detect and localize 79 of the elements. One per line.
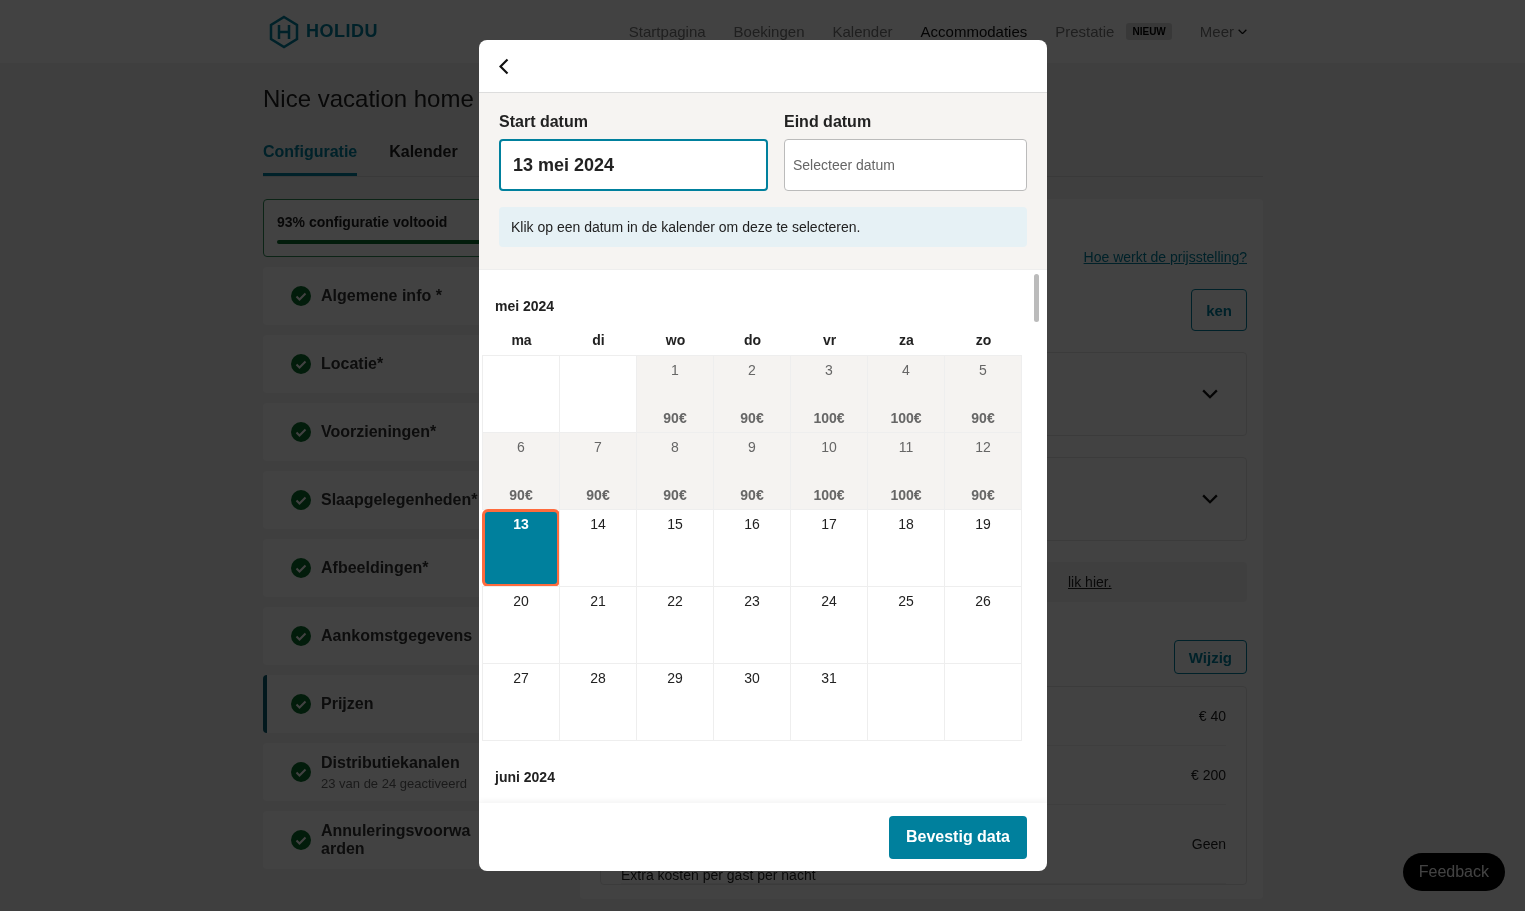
date-field[interactable]: 13 mei 2024 bbox=[499, 139, 768, 191]
progress-label: 93% configuratie voltooid bbox=[277, 214, 448, 230]
day-number: 27 bbox=[513, 670, 529, 686]
row-value: € 200 bbox=[1190, 767, 1226, 783]
day-cell[interactable]: 2 90€ bbox=[713, 355, 791, 433]
month-title: mei 2024 bbox=[494, 298, 556, 314]
day-number: 9 bbox=[748, 439, 756, 455]
day-cell[interactable]: 9 90€ bbox=[713, 432, 791, 510]
weekday-label: do bbox=[742, 332, 763, 350]
weekday-label: vr bbox=[821, 332, 838, 350]
row-value: € 40 bbox=[1198, 708, 1226, 724]
day-number: 13 bbox=[513, 516, 529, 532]
day-number: 12 bbox=[975, 439, 991, 455]
scrollbar-thumb[interactable] bbox=[1034, 274, 1039, 322]
day-number: 20 bbox=[513, 593, 529, 609]
date-field[interactable]: Selecteer datum bbox=[784, 139, 1027, 191]
day-number: 3 bbox=[825, 362, 833, 378]
day-cell[interactable]: 5 90€ bbox=[944, 355, 1022, 433]
day-number: 16 bbox=[744, 516, 760, 532]
day-number: 31 bbox=[821, 670, 837, 686]
weekday-label: wo bbox=[664, 332, 687, 350]
day-number: 18 bbox=[898, 516, 914, 532]
day-number: 4 bbox=[902, 362, 910, 378]
day-number: 26 bbox=[975, 593, 991, 609]
confirm-button[interactable]: Bevestig data bbox=[888, 815, 1027, 859]
day-cell[interactable]: 4 100€ bbox=[867, 355, 945, 433]
day-number: 7 bbox=[594, 439, 602, 455]
day-price: 90€ bbox=[740, 487, 764, 503]
day-price: 100€ bbox=[813, 487, 845, 503]
day-number: 14 bbox=[590, 516, 606, 532]
weekday-label: za bbox=[898, 332, 915, 350]
field-label: Start datum bbox=[499, 113, 589, 131]
day-number: 21 bbox=[590, 593, 606, 609]
day-number: 2 bbox=[748, 362, 756, 378]
day-number: 30 bbox=[744, 670, 760, 686]
day-cell[interactable]: 12 90€ bbox=[944, 432, 1022, 510]
month-title: juni 2024 bbox=[493, 769, 556, 785]
weekday-label: zo bbox=[974, 332, 993, 350]
day-number: 22 bbox=[667, 593, 683, 609]
day-price: 90€ bbox=[586, 487, 610, 503]
day-number: 5 bbox=[979, 362, 987, 378]
day-cell[interactable]: 7 90€ bbox=[559, 432, 637, 510]
day-number: 17 bbox=[821, 516, 837, 532]
day-number: 24 bbox=[821, 593, 837, 609]
row-value: Geen bbox=[1191, 836, 1226, 852]
day-number: 1 bbox=[671, 362, 679, 378]
day-price: 100€ bbox=[890, 487, 922, 503]
day-cell[interactable]: 11 100€ bbox=[867, 432, 945, 510]
day-price: 90€ bbox=[509, 487, 533, 503]
day-number: 8 bbox=[671, 439, 679, 455]
day-cell[interactable]: 10 100€ bbox=[790, 432, 868, 510]
day-cell[interactable]: 3 100€ bbox=[790, 355, 868, 433]
day-price: 90€ bbox=[740, 410, 764, 426]
day-price: 90€ bbox=[971, 410, 995, 426]
weekday-label: ma bbox=[510, 332, 533, 350]
day-number: 23 bbox=[744, 593, 760, 609]
day-price: 90€ bbox=[663, 410, 687, 426]
hint-banner: Klik op een datum in de kalender om deze te selecteren. bbox=[499, 207, 1027, 247]
day-price: 100€ bbox=[813, 410, 845, 426]
day-cell[interactable]: 20 bbox=[482, 586, 560, 664]
weekday-label: di bbox=[591, 332, 606, 350]
field-label: Eind datum bbox=[784, 113, 873, 131]
day-cell[interactable]: 13 bbox=[482, 509, 560, 587]
day-number: 28 bbox=[590, 670, 606, 686]
day-number: 11 bbox=[898, 439, 914, 455]
day-number: 6 bbox=[517, 439, 525, 455]
day-price: 90€ bbox=[971, 487, 995, 503]
day-number: 10 bbox=[821, 439, 837, 455]
day-cell[interactable]: 27 bbox=[482, 663, 560, 741]
day-price: 100€ bbox=[890, 410, 922, 426]
day-number: 15 bbox=[667, 516, 683, 532]
day-number: 19 bbox=[975, 516, 991, 532]
day-cell[interactable]: 6 90€ bbox=[482, 432, 560, 510]
day-number: 25 bbox=[898, 593, 914, 609]
day-cell[interactable]: 1 90€ bbox=[636, 355, 714, 433]
day-price: 90€ bbox=[663, 487, 687, 503]
day-cell[interactable]: 8 90€ bbox=[636, 432, 714, 510]
day-number: 29 bbox=[667, 670, 683, 686]
logo-text: HOLIDU bbox=[306, 21, 378, 42]
